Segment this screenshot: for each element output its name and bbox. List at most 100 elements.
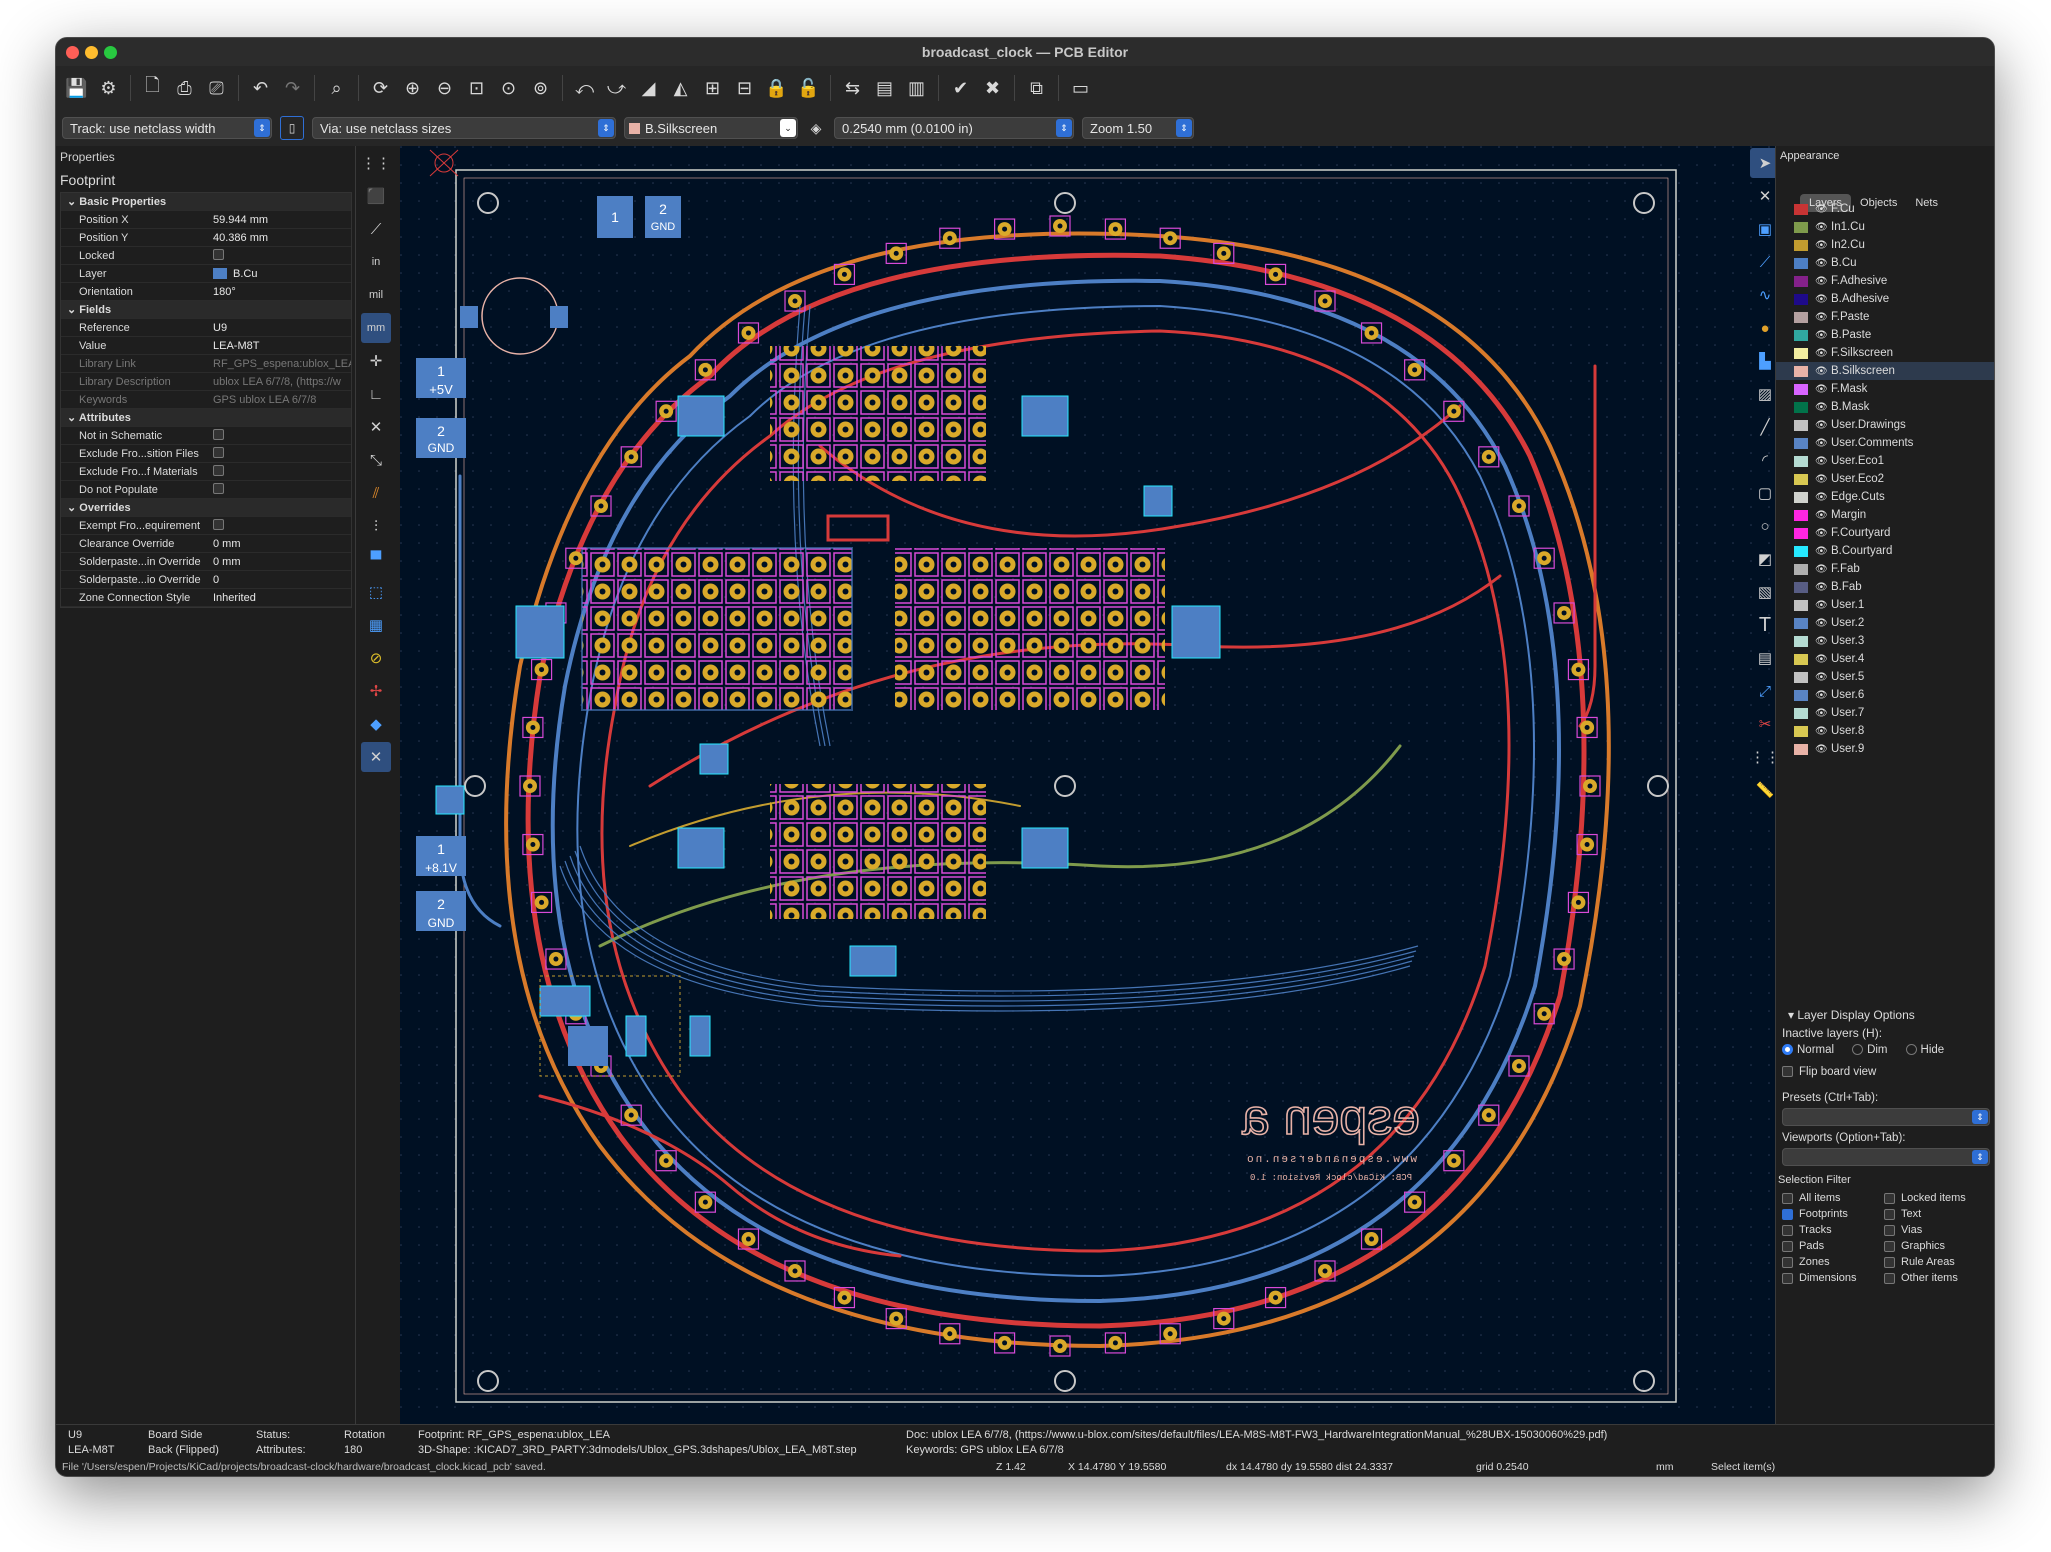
eye-icon[interactable]: 👁 xyxy=(1815,222,1831,233)
footprint-browser-icon[interactable]: ▥ xyxy=(902,74,931,103)
property-value[interactable]: 180° xyxy=(209,286,351,298)
layer-color-swatch[interactable] xyxy=(1794,617,1808,629)
eye-icon[interactable]: 👁 xyxy=(1815,546,1831,557)
layer-color-swatch[interactable] xyxy=(1794,293,1808,305)
layer-row[interactable]: 👁 User.1 xyxy=(1776,596,1994,614)
schematic-icon[interactable]: ⧉ xyxy=(1022,74,1051,103)
high-contrast-icon[interactable]: ✢ xyxy=(361,676,391,706)
property-section[interactable]: ⌄ Basic Properties xyxy=(61,193,351,211)
property-value[interactable] xyxy=(209,518,351,533)
refresh-icon[interactable]: ⟳ xyxy=(366,74,395,103)
layer-row[interactable]: 👁 F.Mask xyxy=(1776,380,1994,398)
checkbox-icon[interactable] xyxy=(1884,1256,1895,1268)
property-value[interactable]: 0 mm xyxy=(209,538,351,550)
ic-bottom-left[interactable] xyxy=(677,827,725,869)
layer-color-swatch[interactable] xyxy=(1794,743,1808,755)
layer-color-swatch[interactable] xyxy=(1794,635,1808,647)
property-checkbox[interactable] xyxy=(213,482,224,494)
ic-small-right[interactable] xyxy=(1143,485,1173,517)
inactive-option-dim[interactable]: Dim xyxy=(1852,1044,1888,1056)
rotate-cw-icon[interactable]: ⤻ xyxy=(602,74,631,103)
property-row[interactable]: Locked xyxy=(61,247,351,265)
property-value[interactable] xyxy=(209,464,351,479)
page-settings-icon[interactable]: 🗋 xyxy=(138,74,167,103)
property-row[interactable]: Zone Connection Style Inherited xyxy=(61,589,351,607)
checkbox-icon[interactable] xyxy=(1884,1272,1895,1284)
footprint-editor-icon[interactable]: ▤ xyxy=(870,74,899,103)
ic-small-center[interactable] xyxy=(699,743,729,775)
layer-row[interactable]: 👁 User.Comments xyxy=(1776,434,1994,452)
layer-row[interactable]: 👁 In1.Cu xyxy=(1776,218,1994,236)
property-section[interactable]: ⌄ Fields xyxy=(61,301,351,319)
layer-color-swatch[interactable] xyxy=(1794,365,1808,377)
property-value[interactable] xyxy=(209,248,351,263)
property-checkbox[interactable] xyxy=(213,464,224,476)
group-icon[interactable]: ⊞ xyxy=(698,74,727,103)
property-checkbox[interactable] xyxy=(213,248,224,260)
eye-icon[interactable]: 👁 xyxy=(1815,330,1831,341)
layer-color-swatch[interactable] xyxy=(1794,239,1808,251)
layer-color-swatch[interactable] xyxy=(1794,221,1808,233)
mm-units-icon[interactable]: mm xyxy=(361,313,391,343)
property-row[interactable]: Orientation 180° xyxy=(61,283,351,301)
checkbox-icon[interactable] xyxy=(1782,1272,1793,1284)
mil-units-icon[interactable]: mil xyxy=(361,280,391,310)
property-row[interactable]: Not in Schematic xyxy=(61,427,351,445)
pad-outline-icon[interactable]: ▀ xyxy=(361,544,391,574)
property-row[interactable]: Clearance Override 0 mm xyxy=(61,535,351,553)
rotate-ccw-icon[interactable]: ⤺ xyxy=(570,74,599,103)
checkbox-icon[interactable] xyxy=(1884,1192,1895,1204)
layer-color-swatch[interactable] xyxy=(1794,527,1808,539)
layer-color-swatch[interactable] xyxy=(1794,419,1808,431)
eye-icon[interactable]: 👁 xyxy=(1815,420,1831,431)
lock-icon[interactable]: 🔒 xyxy=(762,74,791,103)
layer-color-swatch[interactable] xyxy=(1794,455,1808,467)
save-icon[interactable]: 💾 xyxy=(62,74,91,103)
zoom-selection-icon[interactable]: ⊚ xyxy=(526,74,555,103)
layer-row[interactable]: 👁 User.9 xyxy=(1776,740,1994,758)
via-outline-icon[interactable]: ⫶ xyxy=(361,511,391,541)
property-checkbox[interactable] xyxy=(213,518,224,530)
eye-icon[interactable]: 👁 xyxy=(1815,456,1831,467)
filter-tracks[interactable]: Tracks xyxy=(1782,1222,1856,1238)
eye-icon[interactable]: 👁 xyxy=(1815,312,1831,323)
ratsnest-icon[interactable]: ⟋ xyxy=(361,214,391,244)
flip-icon[interactable]: ◢ xyxy=(634,74,663,103)
layer-row[interactable]: 👁 B.Courtyard xyxy=(1776,542,1994,560)
radio-icon[interactable] xyxy=(1905,1044,1917,1056)
filter-dimensions[interactable]: Dimensions xyxy=(1782,1270,1856,1286)
property-value[interactable]: 0 mm xyxy=(209,556,351,568)
property-value[interactable]: U9 xyxy=(209,322,351,334)
auto-track-width-icon[interactable]: ▯ xyxy=(280,116,304,140)
layer-color-swatch[interactable] xyxy=(1794,347,1808,359)
layer-row[interactable]: 👁 Edge.Cuts xyxy=(1776,488,1994,506)
radio-icon[interactable] xyxy=(1782,1044,1793,1056)
board-setup-icon[interactable]: ⚙ xyxy=(94,74,123,103)
plot-icon[interactable]: ⎚ xyxy=(202,74,231,103)
ic-bottom-small[interactable] xyxy=(539,985,591,1017)
layer-row[interactable]: 👁 User.3 xyxy=(1776,632,1994,650)
layer-row[interactable]: 👁 User.8 xyxy=(1776,722,1994,740)
layer-color-swatch[interactable] xyxy=(1794,707,1808,719)
layer-color-swatch[interactable] xyxy=(1794,491,1808,503)
eye-icon[interactable]: 👁 xyxy=(1815,276,1831,287)
property-row[interactable]: Exclude Fro...f Materials xyxy=(61,463,351,481)
property-checkbox[interactable] xyxy=(213,446,224,458)
eye-icon[interactable]: 👁 xyxy=(1815,438,1831,449)
property-row[interactable]: Keywords GPS ublox LEA 6/7/8 xyxy=(61,391,351,409)
property-value[interactable]: RF_GPS_espena:ublox_LEA xyxy=(209,358,351,370)
print-icon[interactable]: ⎙ xyxy=(170,74,199,103)
layer-color-swatch[interactable] xyxy=(1794,473,1808,485)
layer-color-swatch[interactable] xyxy=(1794,401,1808,413)
zoom-fit-icon[interactable]: ⊡ xyxy=(462,74,491,103)
ic-small-left[interactable] xyxy=(435,785,465,815)
track-width-select[interactable]: Track: use netclass width ⇕ xyxy=(62,117,272,139)
undo-icon[interactable]: ↶ xyxy=(246,74,275,103)
ic-left[interactable] xyxy=(515,605,565,659)
layer-row[interactable]: 👁 User.5 xyxy=(1776,668,1994,686)
eye-icon[interactable]: 👁 xyxy=(1815,510,1831,521)
filter-text[interactable]: Text xyxy=(1884,1206,1966,1222)
property-value[interactable]: ublox LEA 6/7/8, (https://w xyxy=(209,376,351,388)
property-row[interactable]: Exempt Fro...equirement xyxy=(61,517,351,535)
layer-row[interactable]: 👁 F.Adhesive xyxy=(1776,272,1994,290)
